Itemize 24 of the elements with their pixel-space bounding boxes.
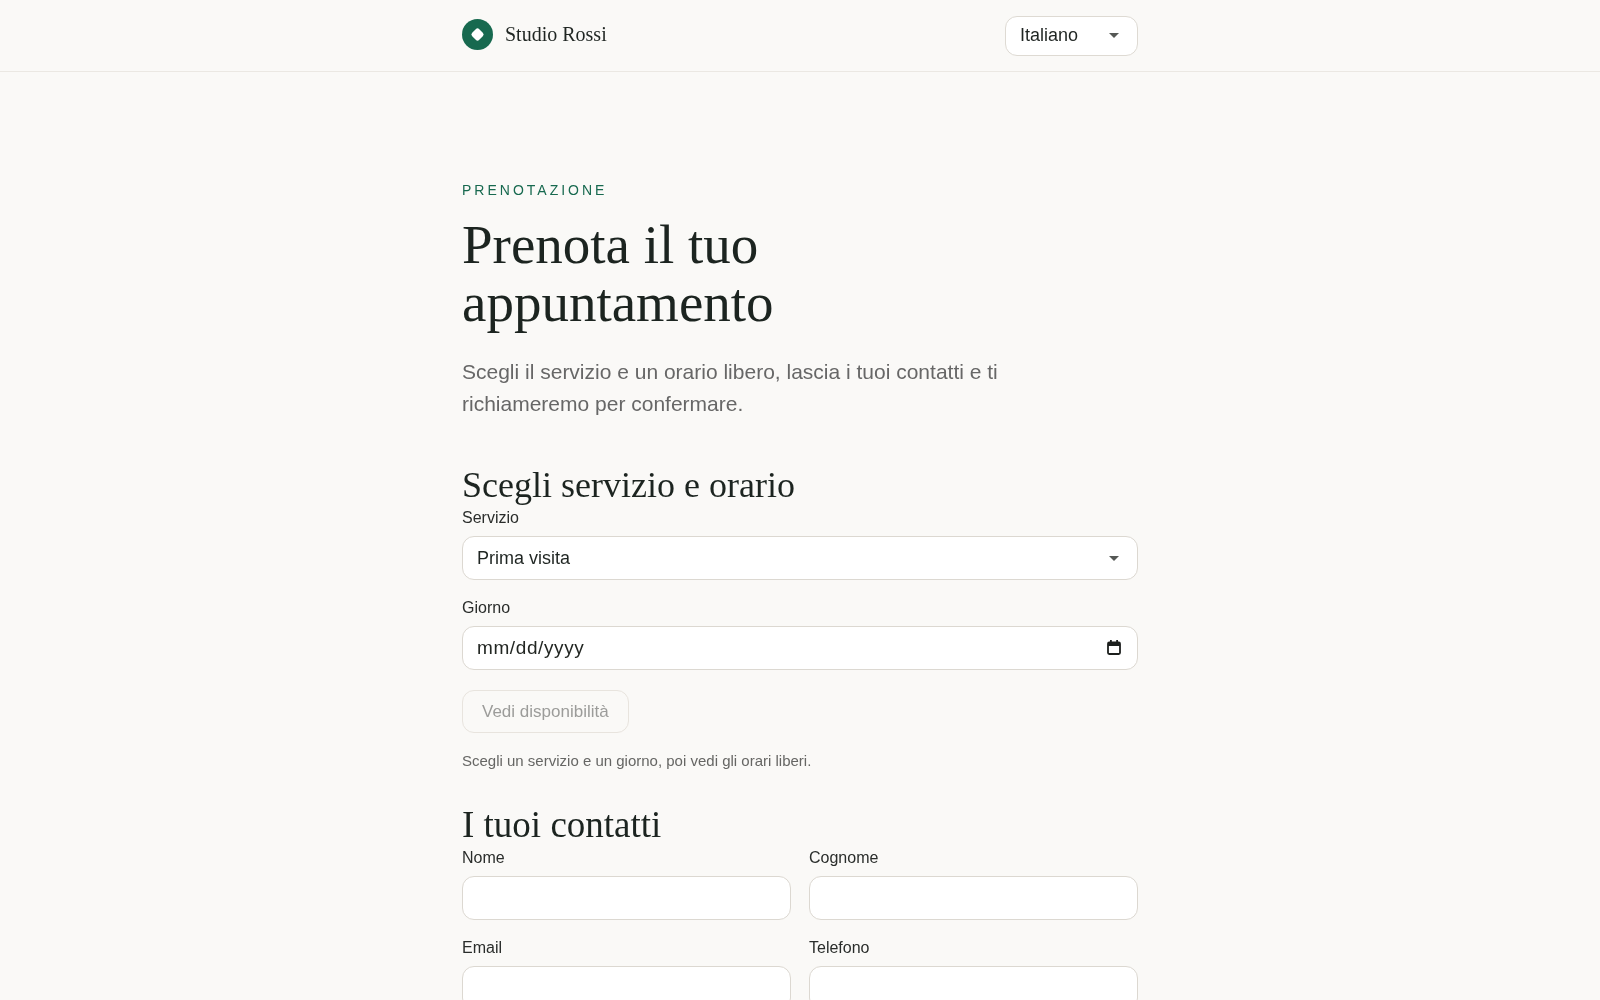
text-field[interactable] xyxy=(462,966,791,1000)
field-label: Email xyxy=(462,938,502,958)
hint-text: Scegli un servizio e un giorno, poi vedi gli orari liberi. xyxy=(462,751,813,771)
page-title: Prenota il tuo appuntamento xyxy=(462,216,775,332)
text-field[interactable] xyxy=(809,966,1138,1000)
eyebrow-text: PRENOTAZIONE xyxy=(462,181,609,200)
field-label: Servizio xyxy=(462,508,519,528)
intro-text: Scegli il servizio e un orario libero, lascia i tuoi contatti e ti richiameremo per confermare. xyxy=(462,359,999,417)
calendar-icon xyxy=(1107,640,1121,655)
logo-icon xyxy=(462,19,493,50)
text-field[interactable] xyxy=(462,876,791,920)
section-title: I tuoi contatti xyxy=(462,804,663,846)
field-label: Giorno xyxy=(462,598,511,618)
date-field[interactable]: mm/dd/yyyy xyxy=(462,626,1138,670)
service-select[interactable]: Prima visita xyxy=(462,536,1138,580)
section-title: Scegli servizio e orario xyxy=(462,464,796,506)
text-field[interactable] xyxy=(809,876,1138,920)
caret-icon xyxy=(1109,555,1119,561)
brand-name: Studio Rossi xyxy=(505,23,607,46)
language-select[interactable]: Italiano xyxy=(1005,15,1138,56)
field-label: Nome xyxy=(462,848,505,868)
field-label: Cognome xyxy=(809,848,879,868)
field-label: Telefono xyxy=(809,938,870,958)
caret-icon xyxy=(1109,33,1119,38)
